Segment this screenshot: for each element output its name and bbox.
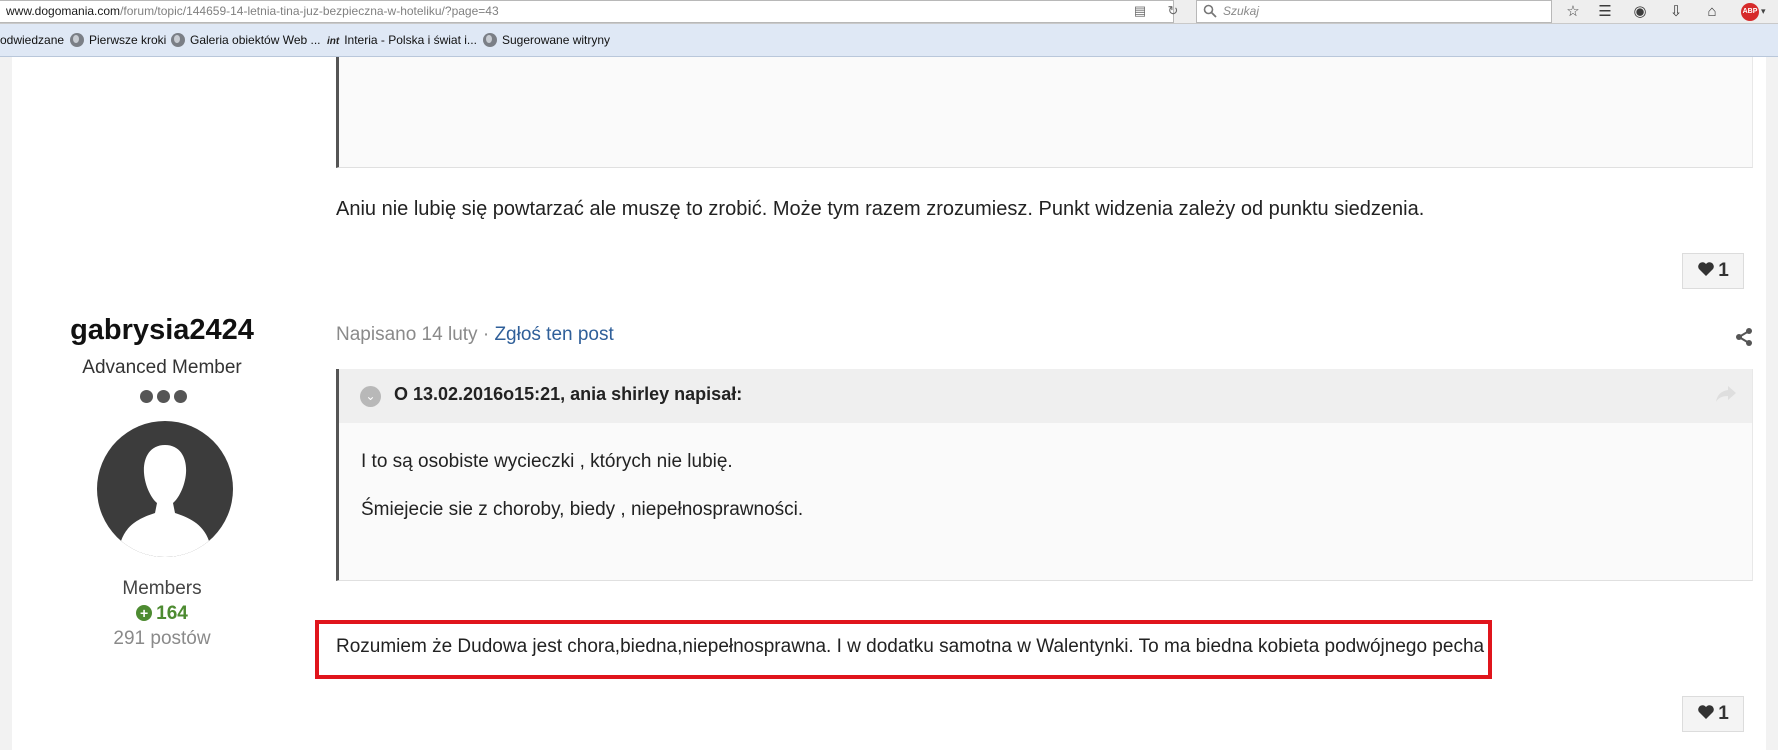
share-arrow-icon[interactable] xyxy=(1714,383,1738,405)
rank-pip xyxy=(174,390,187,403)
post-date: Napisano 14 luty xyxy=(336,324,478,345)
bookmark-web-gallery[interactable]: Galeria obiektów Web ... xyxy=(171,24,321,57)
like-button[interactable]: 1 xyxy=(1682,696,1744,732)
author-rank: Advanced Member xyxy=(82,357,242,378)
like-count: 1 xyxy=(1718,703,1729,724)
report-post-link[interactable]: Zgłoś ten post xyxy=(494,324,613,345)
bookmarks-bar: odwiedzane Pierwsze kroki Galeria obiekt… xyxy=(0,24,1778,57)
downloads-icon[interactable]: ⇩ xyxy=(1665,2,1687,22)
bookmark-first-steps[interactable]: Pierwsze kroki xyxy=(70,24,166,57)
reload-icon[interactable]: ↻ xyxy=(1164,3,1182,19)
author-reputation: +164 xyxy=(12,603,312,625)
quote-line: I to są osobiste wycieczki , których nie… xyxy=(361,451,733,472)
globe-icon xyxy=(70,33,84,47)
bookmark-interia[interactable]: int Interia - Polska i świat i... xyxy=(327,24,477,57)
bookmark-star-icon[interactable]: ☆ xyxy=(1562,2,1584,22)
author-post-count: 291 postów xyxy=(113,628,211,649)
globe-icon xyxy=(483,33,497,47)
post-text: Rozumiem że Dudowa jest chora,biedna,nie… xyxy=(336,636,1485,657)
bookmark-label: odwiedzane xyxy=(0,33,65,47)
bookmark-label: Sugerowane witryny xyxy=(502,33,611,47)
like-count: 1 xyxy=(1718,260,1729,281)
pocket-icon[interactable]: ◉ xyxy=(1629,2,1651,22)
quote-header: ⌄ O 13.02.2016o15:21, ania shirley napis… xyxy=(339,369,1752,423)
chevron-down-icon[interactable]: ▾ xyxy=(1761,6,1766,17)
search-input[interactable]: Szukaj xyxy=(1196,0,1552,23)
share-icon[interactable] xyxy=(1734,327,1754,347)
rank-pip xyxy=(140,390,153,403)
browser-toolbar: www.dogomania.com/forum/topic/144659-14-… xyxy=(0,0,1778,24)
search-icon xyxy=(1203,4,1217,18)
forum-page: Aniu nie lubię się powtarzać ale muszę t… xyxy=(0,57,1778,750)
interia-logo-icon: int xyxy=(327,36,340,47)
author-group: Members xyxy=(122,578,202,599)
address-bar[interactable]: www.dogomania.com/forum/topic/144659-14-… xyxy=(0,0,1174,23)
rank-pip xyxy=(157,390,170,403)
reading-list-icon[interactable]: ☰ xyxy=(1594,2,1616,22)
chevron-down-icon[interactable]: ⌄ xyxy=(360,386,381,407)
quote-block: ⌄ O 13.02.2016o15:21, ania shirley napis… xyxy=(336,369,1753,581)
user-silhouette-icon xyxy=(121,445,209,557)
quote-line: Śmiejecie sie z choroby, biedy , niepełn… xyxy=(361,499,804,520)
meta-separator: · xyxy=(477,324,495,345)
bookmark-label: Galeria obiektów Web ... xyxy=(190,33,321,47)
heart-icon xyxy=(1698,262,1715,276)
rank-pips xyxy=(140,390,190,404)
home-icon[interactable]: ⌂ xyxy=(1701,2,1723,22)
url-host: www.dogomania.com xyxy=(6,4,121,18)
quote-title: O 13.02.2016o15:21, ania shirley napisał… xyxy=(394,384,743,404)
avatar[interactable] xyxy=(97,421,233,557)
post-text: Aniu nie lubię się powtarzać ale muszę t… xyxy=(336,198,1425,220)
like-button[interactable]: 1 xyxy=(1682,253,1744,289)
adblock-icon[interactable]: ABP xyxy=(1741,3,1759,21)
bookmark-label: Interia - Polska i świat i... xyxy=(344,33,477,47)
forum-post: gabrysia2424 Advanced Member Members +16… xyxy=(12,291,1766,750)
heart-icon xyxy=(1698,705,1715,719)
bookmark-suggested-sites[interactable]: Sugerowane witryny xyxy=(483,24,610,57)
quote-block-tail xyxy=(336,57,1753,168)
url-path: /forum/topic/144659-14-letnia-tina-juz-b… xyxy=(120,4,499,18)
plus-circle-icon: + xyxy=(136,605,153,621)
previous-post: Aniu nie lubię się powtarzać ale muszę t… xyxy=(12,57,1766,325)
bookmark-label: Pierwsze kroki xyxy=(89,33,167,47)
author-username[interactable]: gabrysia2424 xyxy=(12,314,312,347)
bookmark-most-visited[interactable]: odwiedzane xyxy=(0,24,64,57)
reader-view-icon[interactable]: ▤ xyxy=(1131,3,1149,19)
reputation-value: 164 xyxy=(156,603,188,624)
search-placeholder: Szukaj xyxy=(1223,4,1260,18)
post-meta: Napisano 14 luty · Zgłoś ten post xyxy=(336,324,614,346)
globe-icon xyxy=(171,33,185,47)
